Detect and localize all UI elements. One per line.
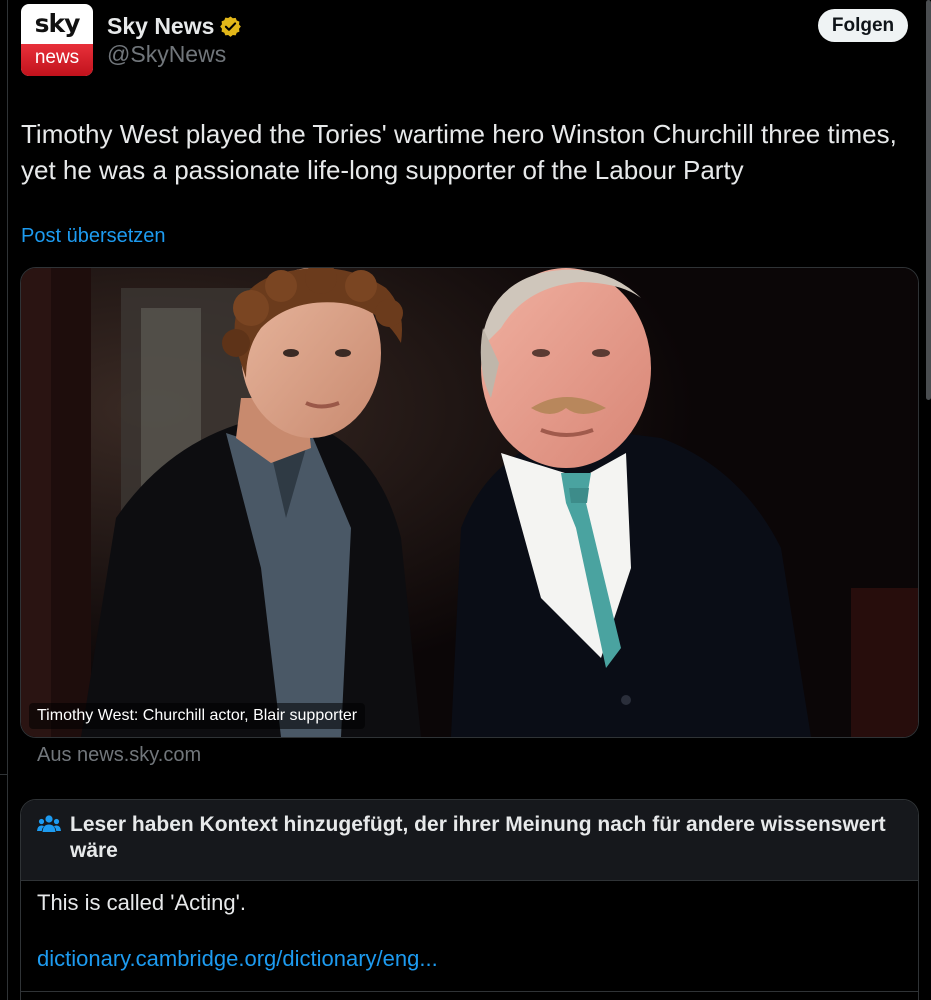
column-border-tick <box>0 774 8 775</box>
avatar-logo-sky: sky <box>34 9 81 38</box>
follow-button[interactable]: Folgen <box>818 9 908 42</box>
community-note-body: This is called 'Acting'. <box>37 890 246 915</box>
verified-badge-icon[interactable] <box>219 15 242 38</box>
avatar-logo-news: news <box>21 44 93 76</box>
people-icon <box>37 815 61 832</box>
column-border <box>7 0 8 1000</box>
card-source[interactable]: Aus news.sky.com <box>37 744 201 767</box>
article-photo <box>21 268 918 737</box>
community-note-title: Leser haben Kontext hinzugefügt, der ihr… <box>70 813 886 862</box>
post-detail-page: sky news Sky News @SkyNews Folgen Timoth… <box>0 0 931 1000</box>
author-name-row: Sky News <box>107 12 242 40</box>
author-display-name[interactable]: Sky News <box>107 13 214 40</box>
link-card[interactable]: Timothy West: Churchill actor, Blair sup… <box>20 267 919 738</box>
author-handle[interactable]: @SkyNews <box>107 41 226 68</box>
community-note-header: Leser haben Kontext hinzugefügt, der ihr… <box>21 800 918 881</box>
community-note-divider <box>21 991 918 992</box>
community-note: Leser haben Kontext hinzugefügt, der ihr… <box>20 799 919 1000</box>
translate-post-link[interactable]: Post übersetzen <box>21 225 166 248</box>
scrollbar-thumb[interactable] <box>926 0 931 400</box>
post-text: Timothy West played the Tories' wartime … <box>21 119 897 185</box>
community-note-link[interactable]: dictionary.cambridge.org/dictionary/eng.… <box>37 946 438 972</box>
card-caption: Timothy West: Churchill actor, Blair sup… <box>29 703 366 729</box>
avatar[interactable]: sky news <box>21 4 93 76</box>
